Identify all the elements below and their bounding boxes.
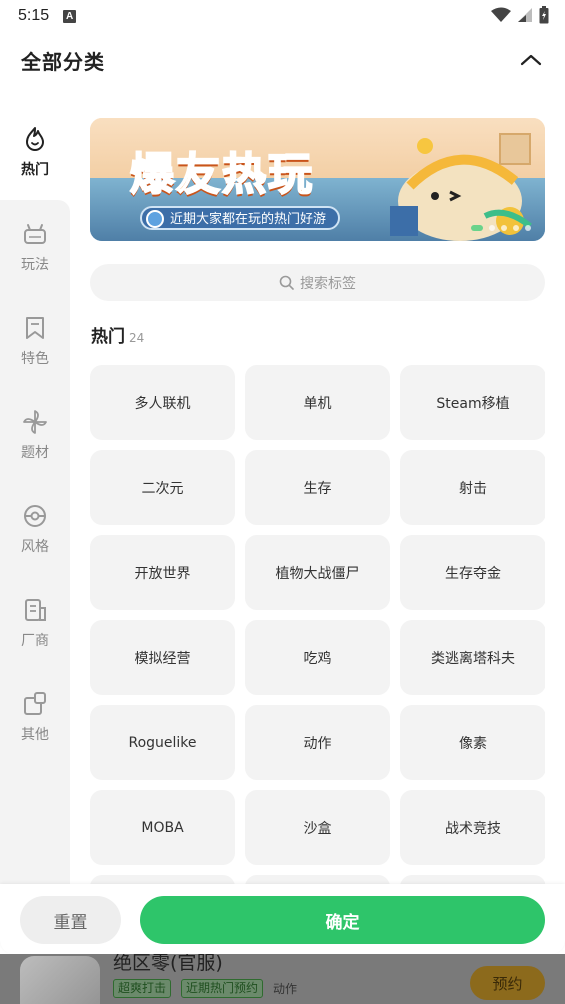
banner-subtitle-pill: 近期大家都在玩的热门好游 [140,206,341,230]
tag-chip[interactable]: 沙盒 [245,790,390,865]
tag-chip[interactable]: 生存夺金 [400,535,545,610]
reset-button[interactable]: 重置 [20,896,121,944]
game-genre: 动作 [273,982,298,996]
status-bar: 5:15 A [0,0,565,32]
carousel-dot [489,225,495,231]
sidebar-item-label: 其他 [21,727,49,743]
pokeball-icon [24,505,46,527]
search-placeholder: 搜索标签 [300,275,356,292]
carousel-dot [501,225,507,231]
carousel-dots[interactable] [471,225,531,231]
tag-chip[interactable]: 吃鸡 [245,620,390,695]
page-title: 全部分类 [21,50,105,74]
sidebar-item-label: 厂商 [21,633,49,649]
mascot-illustration [390,133,532,241]
signal-icon [518,8,532,22]
sidebar-item-gameplay[interactable]: 玩法 [0,202,70,292]
chevron-up-icon[interactable] [519,48,543,72]
battery-icon [539,6,549,24]
tag-chip[interactable]: 动作 [245,705,390,780]
reserve-button: 预约 [470,966,545,1000]
tag-chip[interactable]: 战术竞技 [400,790,545,865]
tag-chip[interactable]: Roguelike [90,705,235,780]
banner-subtitle: 近期大家都在玩的热门好游 [170,212,327,227]
sidebar-item-label: 玩法 [21,257,49,273]
flame-icon [26,127,44,151]
smile-icon [146,210,164,228]
section-count: 24 [129,331,145,345]
gamepad-icon [24,224,46,244]
game-badge: 近期热门预约 [181,979,264,998]
tag-chip[interactable]: 类逃离塔科夫 [400,620,545,695]
tag-chip[interactable]: 单机 [245,365,390,440]
carousel-dot [525,225,531,231]
status-time: 5:15 [18,7,50,24]
sidebar-item-theme[interactable]: 题材 [0,390,70,480]
tag-chip[interactable]: 像素 [400,705,545,780]
banner-headline: 爆友热玩 [129,148,314,201]
confirm-button[interactable]: 确定 [140,896,545,944]
bookmark-icon [26,317,44,339]
section-title: 热门 [91,327,125,347]
cards-icon [24,692,46,715]
sidebar-item-label: 热门 [21,162,49,178]
sidebar-item-hot[interactable]: 热门 [0,107,70,197]
tag-chip[interactable]: MOBA [90,790,235,865]
sidebar-item-style[interactable]: 风格 [0,484,70,574]
sidebar-item-label: 特色 [21,351,49,367]
background-app-overlay: 绝区零(官服) 超爽打击 近期热门预约 动作 预约 [0,954,565,1004]
section-heading: 热门 24 [91,322,144,347]
tag-chip[interactable]: 生存 [245,450,390,525]
category-sheet: 5:15 A 全部分类 热门 玩法 特色 题材 风格 厂商 其他 爆友热玩 近期… [0,0,565,1004]
notification-badge: A [63,9,77,23]
tag-chip[interactable]: 模拟经营 [90,620,235,695]
tag-grid: 多人联机 单机 Steam移植 二次元 生存 射击 开放世界 植物大战僵尸 生存… [90,365,545,885]
category-sidebar: 热门 玩法 特色 题材 风格 厂商 其他 [0,107,70,890]
tag-chip[interactable]: 多人联机 [90,365,235,440]
sidebar-item-other[interactable]: 其他 [0,672,70,762]
sidebar-item-label: 风格 [21,539,49,555]
carousel-dot [513,225,519,231]
sheet-footer: 重置 确定 [0,884,565,954]
carousel-dot-active [471,225,483,231]
wifi-icon [491,7,511,22]
tag-chip[interactable]: 射击 [400,450,545,525]
game-thumbnail [20,956,100,1004]
sidebar-item-vendor[interactable]: 厂商 [0,578,70,668]
tag-chip[interactable]: 二次元 [90,450,235,525]
game-badge: 超爽打击 [113,979,172,998]
tag-search-input[interactable]: 搜索标签 [90,264,545,301]
sidebar-item-label: 题材 [21,445,49,461]
tag-chip[interactable]: 植物大战僵尸 [245,535,390,610]
tag-chip[interactable]: 开放世界 [90,535,235,610]
building-icon [25,599,46,621]
game-title: 绝区零(官服) [113,954,223,974]
sidebar-item-features[interactable]: 特色 [0,296,70,386]
tag-chip[interactable]: Steam移植 [400,365,545,440]
status-icons [491,6,549,24]
search-icon [279,275,294,290]
pinwheel-icon [23,410,47,434]
sheet-header: 全部分类 [0,40,565,82]
promo-banner[interactable]: 爆友热玩 近期大家都在玩的热门好游 [90,118,545,241]
